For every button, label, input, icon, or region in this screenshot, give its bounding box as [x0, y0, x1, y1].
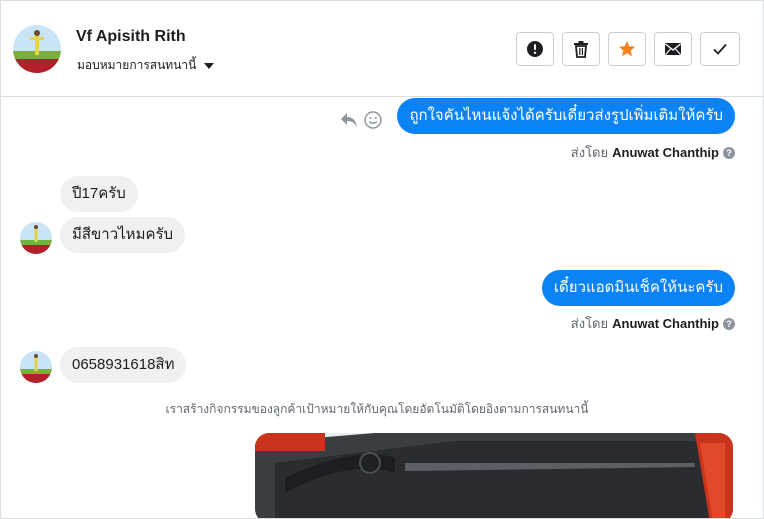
outgoing-message[interactable]: เดี๋ยวแอดมินเช็คให้นะครับ: [541, 270, 735, 306]
sent-by-label: ส่งโดย Anuwat Chanthip ?: [571, 313, 735, 334]
avatar-image: [20, 351, 52, 383]
avatar-image: [13, 25, 61, 73]
envelope-icon: [665, 43, 681, 55]
sent-by-prefix: ส่งโดย: [570, 316, 609, 331]
mark-unread-button[interactable]: [654, 32, 692, 66]
avatar-image: [20, 222, 52, 254]
check-icon: [713, 43, 727, 55]
outgoing-message[interactable]: ถูกใจคันไหนแจ้งได้ครับเดี๋ยวส่งรูปเพิ่มเ…: [397, 98, 735, 134]
contact-avatar-small: [20, 351, 52, 383]
conversation-header: Vf Apisith Rith มอบหมายการสนทนานี้: [1, 1, 763, 97]
system-note: เราสร้างกิจกรรมของลูกค้าเป้าหมายให้กับคุ…: [165, 402, 589, 416]
message-hover-tools: [340, 111, 382, 129]
mark-done-button[interactable]: [700, 32, 740, 66]
sent-by-prefix: ส่งโดย: [570, 145, 609, 160]
sender-name: Anuwat Chanthip: [612, 316, 719, 331]
car-door-image: [255, 433, 733, 518]
reply-icon[interactable]: [340, 112, 358, 128]
incoming-message[interactable]: 0658931618สิท: [60, 347, 187, 383]
sent-by-label: ส่งโดย Anuwat Chanthip ?: [571, 142, 735, 163]
sender-name: Anuwat Chanthip: [612, 145, 719, 160]
delete-button[interactable]: [562, 32, 600, 66]
contact-avatar-small: [20, 222, 52, 254]
question-mark-icon[interactable]: ?: [723, 317, 735, 330]
contact-avatar[interactable]: [13, 25, 61, 73]
attached-photo[interactable]: [255, 433, 733, 518]
header-actions: [516, 32, 740, 66]
incoming-message[interactable]: ปี17ครับ: [60, 176, 138, 212]
question-mark-icon[interactable]: ?: [723, 146, 735, 159]
incoming-message[interactable]: มีสีขาวไหมครับ: [60, 217, 186, 253]
caret-down-icon: [204, 62, 215, 69]
exclamation-circle-icon: [527, 41, 543, 57]
star-button[interactable]: [608, 32, 646, 66]
star-icon: [619, 41, 635, 57]
contact-name: Vf Apisith Rith: [76, 28, 186, 45]
message-thread[interactable]: ถูกใจคันไหนแจ้งได้ครับเดี๋ยวส่งรูปเพิ่มเ…: [1, 97, 763, 518]
trash-icon: [574, 41, 588, 58]
conversation-panel: Vf Apisith Rith มอบหมายการสนทนานี้ ถูกใจ…: [0, 0, 764, 519]
emoji-reaction-icon[interactable]: [364, 111, 382, 129]
mark-spam-button[interactable]: [516, 32, 554, 66]
assign-label: มอบหมายการสนทนานี้: [77, 58, 197, 72]
assign-conversation-dropdown[interactable]: มอบหมายการสนทนานี้: [77, 56, 215, 75]
